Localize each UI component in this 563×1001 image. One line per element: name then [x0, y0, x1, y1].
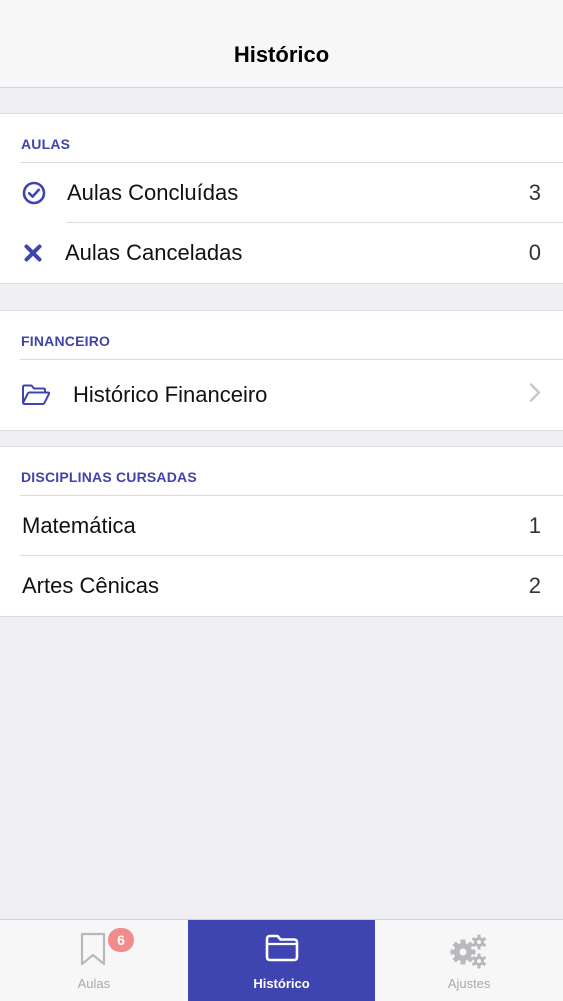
section-title: AULAS — [21, 136, 71, 152]
financeiro-section: FINANCEIRO Histórico Financeiro — [0, 310, 563, 431]
folder-icon — [264, 932, 300, 969]
list-item-aulas-concluidas[interactable]: Aulas Concluídas 3 — [0, 163, 563, 223]
aulas-section: AULAS Aulas Concluídas 3 Aulas Cancelada… — [0, 113, 563, 284]
section-title: DISCIPLINAS CURSADAS — [21, 469, 197, 485]
section-header-disciplinas: DISCIPLINAS CURSADAS — [20, 447, 563, 496]
bookmark-icon — [79, 932, 109, 971]
folder-open-icon — [21, 383, 51, 407]
tab-label: Histórico — [253, 976, 310, 991]
row-label: Aulas Canceladas — [65, 240, 243, 265]
gears-icon — [448, 932, 490, 975]
row-label: Histórico Financeiro — [73, 382, 268, 407]
tab-historico[interactable]: Histórico — [187, 920, 376, 1001]
tab-label: Aulas — [77, 976, 111, 991]
section-header-financeiro: FINANCEIRO — [20, 311, 563, 360]
section-header-aulas: AULAS — [20, 114, 563, 163]
section-title: FINANCEIRO — [21, 333, 111, 349]
page-title: Histórico — [233, 42, 330, 67]
row-label: Aulas Concluídas — [67, 180, 239, 205]
row-count: 1 — [528, 513, 541, 538]
check-circle-icon — [22, 181, 46, 205]
disciplinas-section: DISCIPLINAS CURSADAS Matemática 1 Artes … — [0, 446, 563, 617]
row-count: 2 — [528, 573, 541, 598]
list-item-artes-cenicas[interactable]: Artes Cênicas 2 — [0, 556, 563, 616]
tab-bar: 6 Aulas Histórico Ajustes — [0, 919, 563, 1001]
row-label: Artes Cênicas — [22, 573, 159, 598]
row-label: Matemática — [22, 513, 136, 538]
notification-badge: 6 — [108, 928, 134, 952]
chevron-right-icon — [529, 383, 541, 408]
tab-label: Ajustes — [447, 976, 491, 991]
list-item-matematica[interactable]: Matemática 1 — [0, 496, 563, 556]
row-count: 3 — [528, 180, 541, 205]
list-item-historico-financeiro[interactable]: Histórico Financeiro — [0, 360, 563, 430]
navigation-bar: Histórico — [0, 0, 563, 88]
tab-aulas[interactable]: 6 Aulas — [0, 920, 188, 1001]
x-icon — [24, 244, 42, 262]
list-item-aulas-canceladas[interactable]: Aulas Canceladas 0 — [0, 223, 563, 283]
row-count: 0 — [528, 240, 541, 265]
tab-ajustes[interactable]: Ajustes — [375, 920, 563, 1001]
